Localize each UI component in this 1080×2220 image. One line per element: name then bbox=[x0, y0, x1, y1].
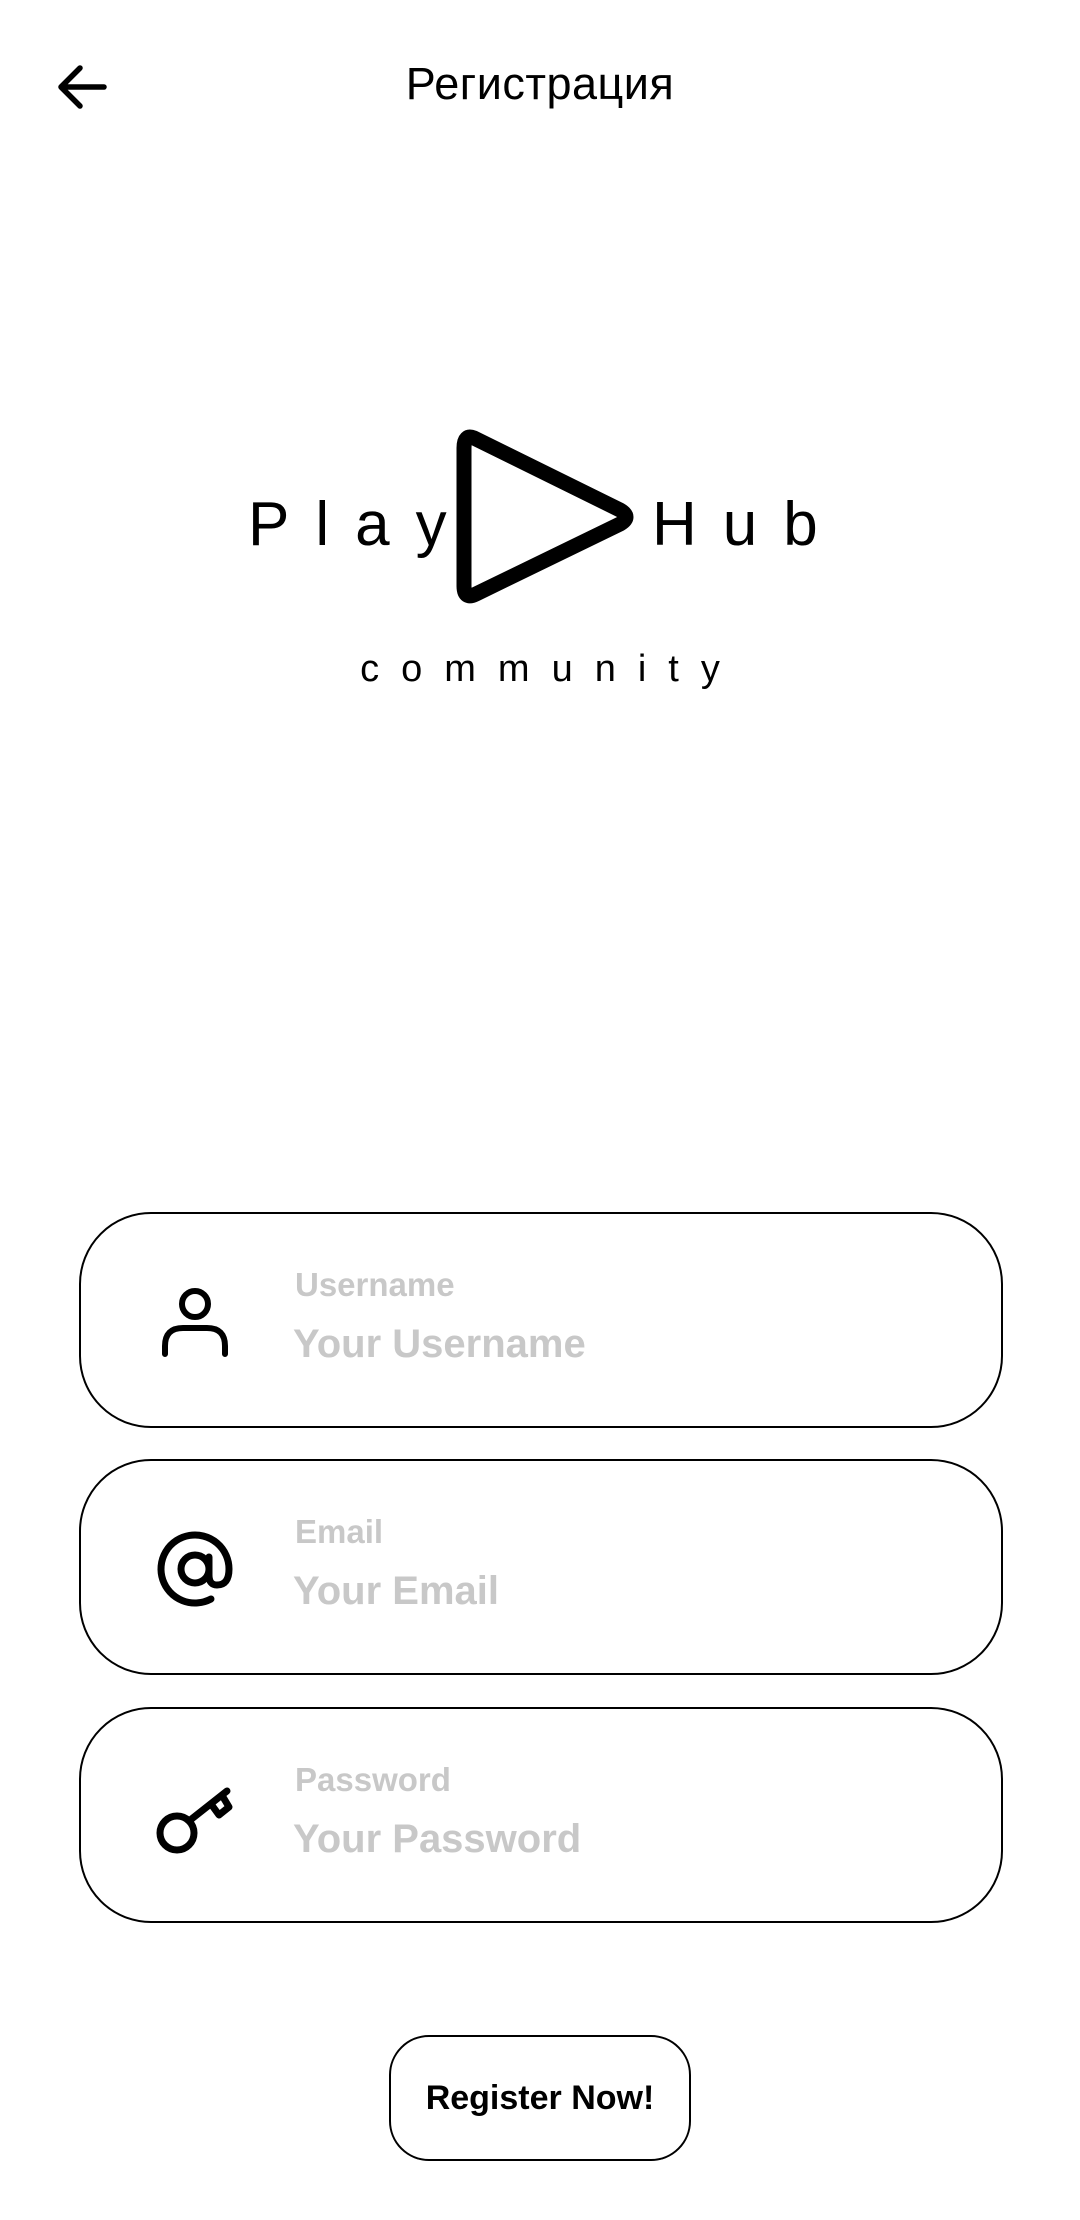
email-field[interactable]: Email bbox=[79, 1459, 1003, 1675]
email-input[interactable] bbox=[293, 1561, 943, 1621]
username-input[interactable] bbox=[293, 1314, 943, 1374]
logo-word-hub: Hub bbox=[652, 490, 844, 559]
logo-word-play: Play bbox=[248, 490, 473, 559]
user-icon bbox=[153, 1280, 237, 1364]
logo-subtitle: community bbox=[360, 648, 742, 690]
page-title: Регистрация bbox=[405, 58, 675, 109]
key-icon bbox=[153, 1775, 237, 1859]
username-field[interactable]: Username bbox=[79, 1212, 1003, 1428]
register-button[interactable]: Register Now! bbox=[389, 2035, 691, 2161]
top-app-bar: Регистрация bbox=[0, 0, 1080, 170]
at-sign-icon bbox=[153, 1527, 237, 1611]
password-field[interactable]: Password bbox=[79, 1707, 1003, 1923]
playhub-logo: Play Hub community bbox=[0, 400, 1080, 720]
email-label: Email bbox=[295, 1513, 384, 1550]
password-input[interactable] bbox=[293, 1809, 943, 1869]
username-label: Username bbox=[295, 1266, 455, 1303]
play-triangle-icon bbox=[456, 429, 634, 604]
password-label: Password bbox=[295, 1761, 451, 1798]
